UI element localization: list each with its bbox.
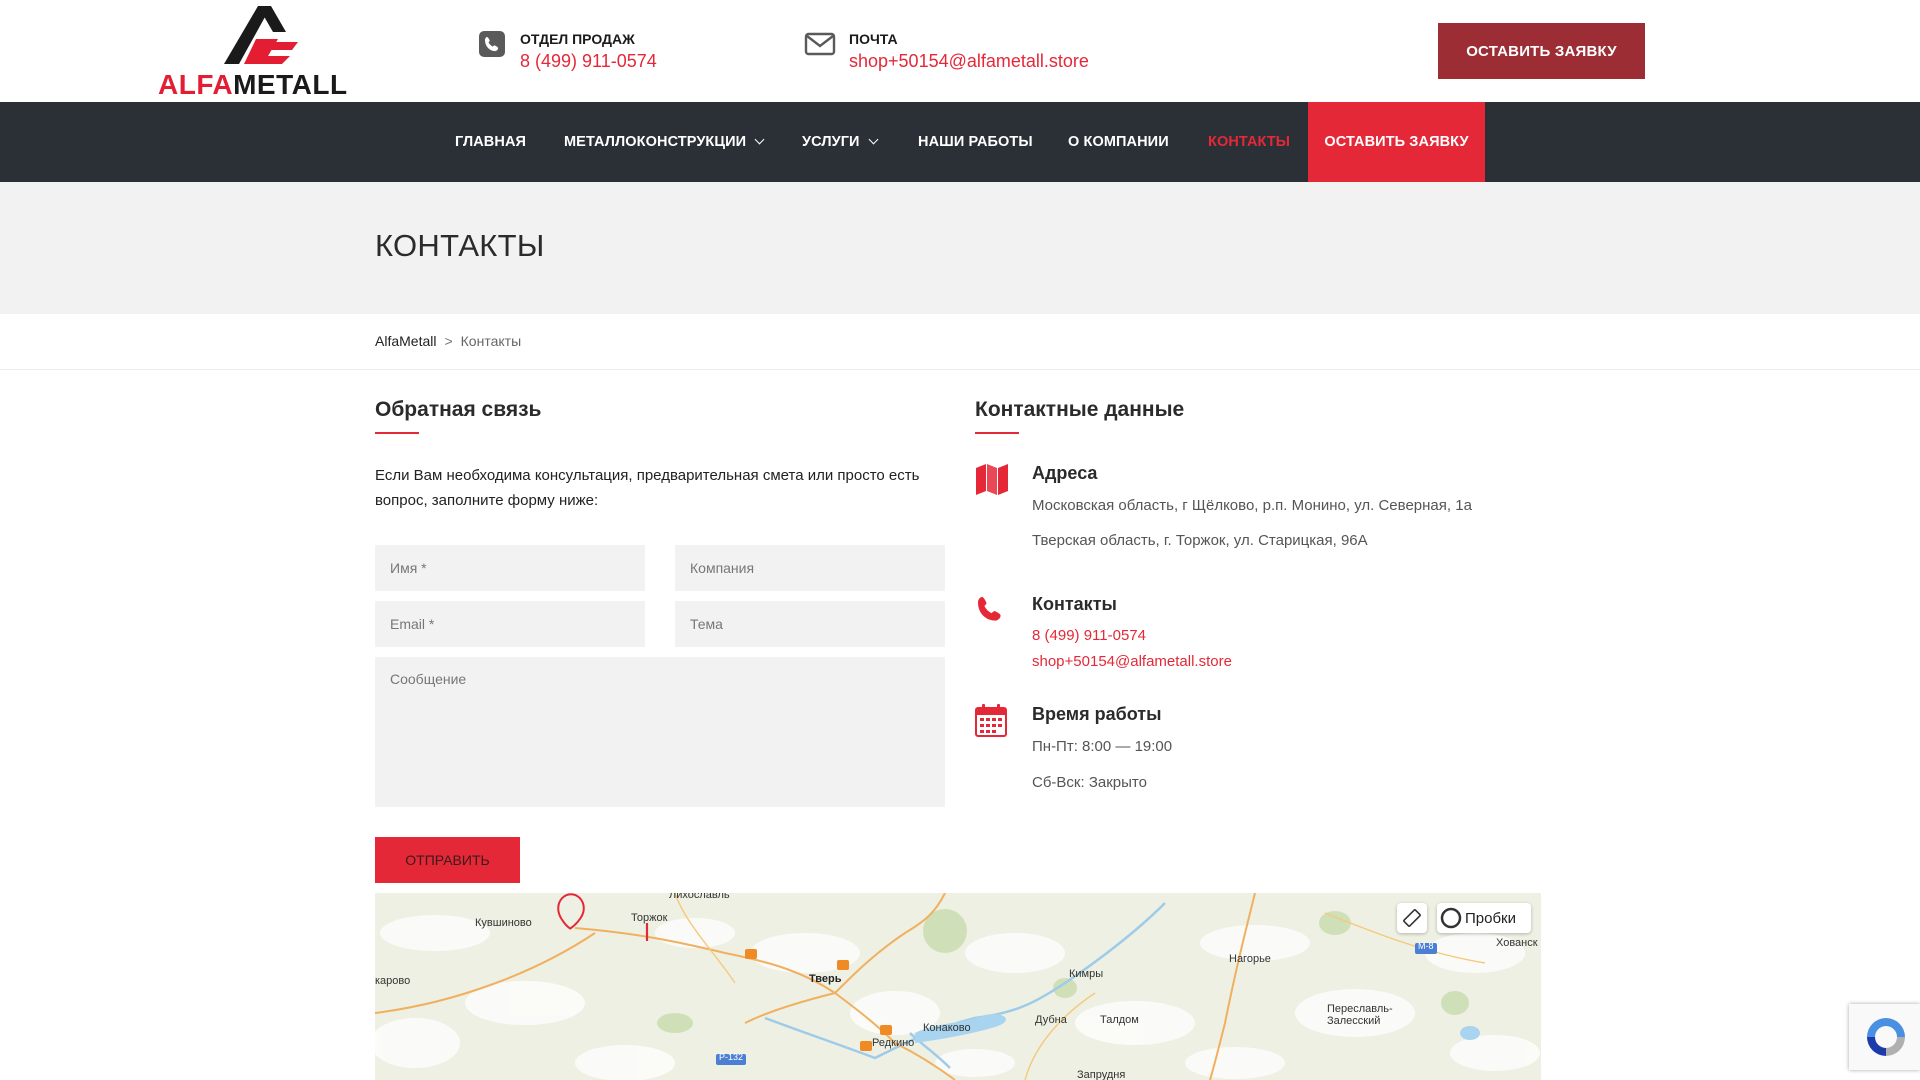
nav-label: НАШИ РАБОТЫ	[918, 134, 1033, 150]
nav-item-our-works[interactable]: НАШИ РАБОТЫ	[918, 102, 1033, 182]
addresses-heading: Адреса	[1032, 463, 1098, 483]
chevron-down-icon	[754, 134, 765, 145]
nav-item-services[interactable]: УСЛУГИ	[802, 102, 879, 182]
divider	[0, 369, 1920, 370]
hours-weekend: Сб-Вск: Закрыто	[1032, 774, 1147, 791]
mail-link[interactable]: shop+50154@alfametall.store	[849, 51, 1089, 72]
message-field[interactable]	[375, 657, 945, 807]
map-place-label: Нагорье	[1229, 953, 1271, 965]
submit-button[interactable]: ОТПРАВИТЬ	[375, 837, 520, 883]
subject-input[interactable]	[675, 601, 945, 647]
nav-label: ГЛАВНАЯ	[455, 134, 527, 150]
map-place-label: Редкино	[872, 1037, 915, 1049]
map-place-label: Хованск	[1496, 937, 1538, 949]
page-title-band	[0, 182, 1920, 314]
email-field[interactable]	[375, 601, 645, 647]
ruler-button[interactable]	[1397, 903, 1427, 933]
recaptcha-badge[interactable]	[1849, 1004, 1920, 1070]
map-place-label: Конаково	[923, 1022, 971, 1034]
map-place-label: Тверь	[809, 973, 842, 985]
breadcrumb-separator: >	[444, 333, 453, 349]
phone-icon	[978, 597, 1001, 621]
contacts-heading: Контакты	[1032, 594, 1117, 614]
ruler-icon	[1403, 909, 1421, 927]
sales-phone-link[interactable]: 8 (499) 911-0574	[520, 51, 657, 72]
traffic-icon	[1440, 907, 1462, 929]
map-place-label: Запрудня	[1077, 1069, 1126, 1080]
breadcrumb-current: Контакты	[460, 333, 522, 349]
nav-label: ОСТАВИТЬ ЗАЯВКУ	[1324, 134, 1469, 150]
nav-item-leave-request[interactable]: ОСТАВИТЬ ЗАЯВКУ	[1308, 102, 1485, 182]
nav-label: МЕТАЛЛОКОНСТРУКЦИИ	[564, 134, 747, 150]
breadcrumb: AlfaMetall > Контакты	[375, 333, 521, 349]
leave-request-button-top[interactable]: ОСТАВИТЬ ЗАЯВКУ	[1438, 23, 1645, 79]
nav-item-home[interactable]: ГЛАВНАЯ	[455, 102, 526, 182]
contact-data-title-underline	[975, 432, 1019, 434]
company-field[interactable]	[675, 545, 945, 591]
mail-icon	[804, 32, 836, 56]
nav-item-contacts[interactable]: КОНТАКТЫ	[1208, 102, 1290, 182]
name-field[interactable]	[375, 545, 645, 591]
breadcrumb-home-link[interactable]: AlfaMetall	[375, 333, 436, 349]
name-input[interactable]	[375, 545, 645, 591]
map-icon	[976, 464, 1008, 495]
map-place-label: Торжок	[631, 912, 668, 924]
recaptcha-icon	[1867, 1018, 1905, 1056]
company-input[interactable]	[675, 545, 945, 591]
nav-label: О КОМПАНИИ	[1068, 134, 1169, 150]
traffic-button[interactable]: Пробки	[1437, 903, 1531, 933]
chevron-down-icon	[868, 134, 879, 145]
subject-field[interactable]	[675, 601, 945, 647]
address-1: Московская область, г Щёлково, р.п. Мони…	[1032, 497, 1472, 514]
feedback-title: Обратная связь	[375, 398, 542, 421]
logo-text-alfa: ALFA	[158, 69, 234, 100]
map-place-label: Переславль-Залесский	[1327, 1003, 1393, 1027]
hours-weekdays: Пн-Пт: 8:00 — 19:00	[1032, 738, 1173, 755]
nav-item-metal-structures[interactable]: МЕТАЛЛОКОНСТРУКЦИИ	[564, 102, 765, 182]
road-label: Р-132	[719, 1052, 744, 1062]
logo-text-metall: METALL	[233, 69, 348, 100]
nav-label: КОНТАКТЫ	[1208, 134, 1291, 150]
map[interactable]: Лихославль Кувшиново Торжок карово Тверь…	[375, 893, 1541, 1080]
calendar-icon	[975, 704, 1007, 737]
phone-icon	[479, 31, 505, 57]
sales-label: ОТДЕЛ ПРОДАЖ	[520, 31, 635, 47]
email-input[interactable]	[375, 601, 645, 647]
map-place-label: Кувшиново	[475, 917, 532, 929]
map-place-label: Талдом	[1100, 1014, 1139, 1026]
logo-wordmark: ALFAMETALL	[158, 70, 348, 100]
map-terrain	[375, 893, 1541, 1080]
contact-phone-link[interactable]: 8 (499) 911-0574	[1032, 627, 1146, 644]
feedback-title-underline	[375, 432, 419, 434]
map-place-label: Кимры	[1069, 968, 1104, 980]
traffic-label: Пробки	[1465, 909, 1516, 927]
contact-data-title: Контактные данные	[975, 398, 1185, 421]
mail-label: ПОЧТА	[849, 31, 898, 47]
road-label: М-8	[1418, 941, 1434, 951]
map-place-label: Лихославль	[669, 893, 730, 901]
hours-heading: Время работы	[1032, 704, 1162, 724]
feedback-intro: Если Вам необходима консультация, предва…	[375, 467, 920, 509]
page-title: КОНТАКТЫ	[375, 228, 545, 263]
map-place-label: карово	[375, 975, 411, 987]
map-place-label: Дубна	[1035, 1014, 1067, 1026]
address-2: Тверская область, г. Торжок, ул. Старицк…	[1032, 532, 1368, 549]
contact-email-link[interactable]: shop+50154@alfametall.store	[1032, 653, 1232, 670]
nav-item-about[interactable]: О КОМПАНИИ	[1068, 102, 1169, 182]
nav-label: УСЛУГИ	[802, 134, 860, 150]
message-textarea[interactable]	[375, 657, 945, 807]
